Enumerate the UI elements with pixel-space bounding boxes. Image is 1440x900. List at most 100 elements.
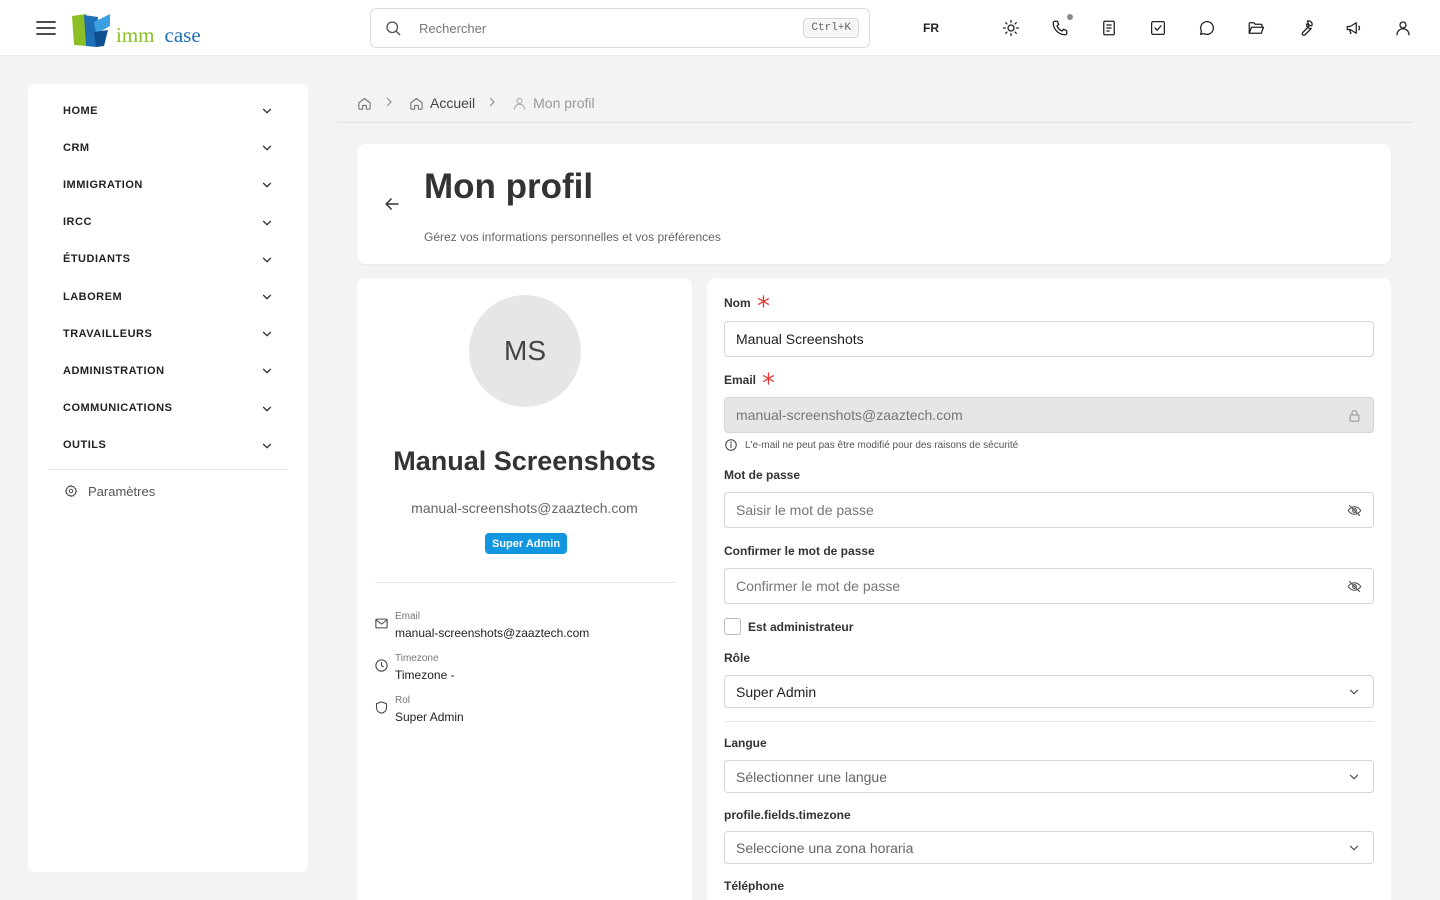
info-label: Timezone [395,653,439,664]
sidebar-item-label: ADMINISTRATION [63,364,165,377]
phone-icon[interactable] [1049,14,1073,39]
timezone-label-text: profile.fields.timezone [724,808,851,822]
chevron-down-icon [1347,841,1361,855]
timezone-select-placeholder: Seleccione una zona horaria [736,839,914,856]
password-field [724,492,1374,528]
sidebar-item-ircc[interactable]: IRCC [28,204,308,241]
sidebar-item-laborem[interactable]: LABOREM [28,278,308,315]
shield-icon [374,700,389,715]
chevron-down-icon [260,141,274,155]
language-select-placeholder: Sélectionner une langue [736,768,888,785]
document-icon[interactable] [1098,17,1120,39]
info-row-email: Email manual-screenshots@zaaztech.com [374,611,589,641]
home-icon[interactable] [357,96,372,111]
password-input[interactable] [725,493,1347,527]
form-divider [724,721,1374,722]
profile-email: manual-screenshots@zaaztech.com [411,500,638,516]
logo-mark-icon [70,12,114,48]
chevron-down-icon [260,178,274,192]
sidebar-item-outils[interactable]: OUTILS [28,427,308,464]
sun-icon[interactable] [1000,17,1022,39]
name-input[interactable] [725,322,1373,356]
chevron-down-icon [260,290,274,304]
sidebar-item-label: TRAVAILLEURS [63,327,153,340]
name-field-label: Nom [724,294,771,310]
chevron-down-icon [260,216,274,230]
timezone-field-label: profile.fields.timezone [724,808,851,822]
sidebar-nav: HOME CRM IMMIGRATION IRCC ÉTUDIANTS LABO… [28,84,308,464]
sidebar-item-label: CRM [63,141,90,154]
role-field-label: Rôle [724,651,750,665]
chevron-down-icon [260,402,274,416]
timezone-select[interactable]: Seleccione una zona horaria [724,831,1374,864]
chevron-down-icon [260,104,274,118]
sidebar-item-label: OUTILS [63,439,107,452]
role-select[interactable]: Super Admin [724,675,1374,708]
role-select-value: Super Admin [736,683,817,700]
chevron-down-icon [260,439,274,453]
email-hint: L'e-mail ne peut pas être modifié pour d… [724,438,1018,452]
wrench-icon[interactable] [1294,17,1316,39]
is-admin-label: Est administrateur [748,619,854,634]
logo-text-part2: case [164,23,201,47]
sidebar-item-label: COMMUNICATIONS [63,402,173,415]
avatar: MS [469,295,581,407]
notification-dot [1067,14,1073,20]
is-admin-checkbox[interactable] [724,618,741,635]
confirm-password-field-label: Confirmer le mot de passe [724,544,875,558]
chevron-down-icon [260,253,274,267]
hamburger-menu-icon[interactable] [34,16,58,40]
mail-icon [374,616,389,631]
confirm-password-field [724,568,1374,604]
eye-off-icon[interactable] [1347,503,1362,518]
home-icon [409,96,424,111]
breadcrumb: Accueil Mon profil [357,93,595,113]
language-switcher[interactable]: FR [923,21,939,35]
arrow-left-icon[interactable] [382,194,402,214]
sidebar-item-communications[interactable]: COMMUNICATIONS [28,390,308,427]
breadcrumb-divider [337,122,1412,123]
sidebar-item-immigration[interactable]: IMMIGRATION [28,166,308,203]
info-value: manual-screenshots@zaaztech.com [395,626,590,640]
language-select[interactable]: Sélectionner une langue [724,760,1374,793]
search-input[interactable] [419,20,804,36]
info-value: Timezone - [395,668,455,682]
profile-name: Manual Screenshots [393,446,656,476]
is-admin-checkbox-row[interactable]: Est administrateur [724,618,853,635]
sidebar-item-home[interactable]: HOME [28,92,308,129]
page-subtitle: Gérez vos informations personnelles et v… [424,230,721,244]
sidebar-item-travailleurs[interactable]: TRAVAILLEURS [28,315,308,352]
user-icon[interactable] [1392,17,1414,39]
language-field-label: Langue [724,736,767,750]
sidebar-item-etudiants[interactable]: ÉTUDIANTS [28,241,308,278]
info-row-timezone: Timezone Timezone - [374,653,455,683]
info-icon [724,438,738,452]
chat-icon[interactable] [1196,17,1218,39]
sidebar-item-administration[interactable]: ADMINISTRATION [28,352,308,389]
password-field-label: Mot de passe [724,468,800,482]
app-logo[interactable]: imm case [70,10,201,48]
sidebar-item-label: IMMIGRATION [63,178,143,191]
name-label-text: Nom [724,296,751,310]
breadcrumb-home-link[interactable]: Accueil [430,95,475,111]
profile-form-card: Nom Email L'e-mail ne peut pas être modi… [707,278,1391,900]
phone-field-label: Téléphone [724,879,784,893]
global-search[interactable]: Ctrl+K [370,8,870,48]
chevron-down-icon [260,327,274,341]
email-field-label: Email [724,372,776,387]
gear-icon [64,484,78,498]
required-asterisk-icon [756,294,771,309]
role-label-text: Rôle [724,651,751,665]
task-check-icon[interactable] [1147,17,1169,39]
sidebar-item-label: LABOREM [63,290,123,303]
email-input [725,398,1347,432]
eye-off-icon[interactable] [1347,579,1362,594]
chevron-down-icon [260,364,274,378]
sidebar-item-crm[interactable]: CRM [28,129,308,166]
confirm-password-input[interactable] [725,569,1347,603]
chevron-down-icon [1347,770,1361,784]
folder-open-icon[interactable] [1245,17,1267,39]
sidebar-item-settings[interactable]: Paramètres [28,470,308,499]
info-value: Super Admin [395,710,464,724]
megaphone-icon[interactable] [1343,17,1365,39]
